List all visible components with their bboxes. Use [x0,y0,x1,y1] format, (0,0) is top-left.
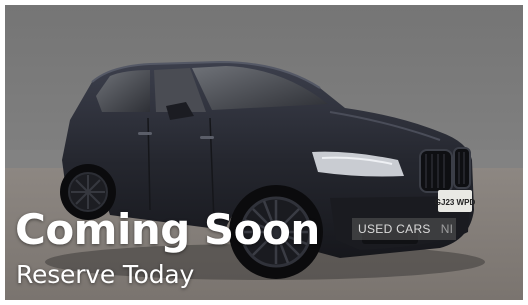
watermark-suffix: NI [440,222,454,236]
reserve-today-subline: Reserve Today [16,260,195,289]
number-plate: GJ23 WPD [435,198,476,207]
watermark-text: USED CARS [358,222,431,236]
dealer-watermark: USED CARS NI [352,218,456,240]
vehicle-image-frame[interactable]: GJ23 WPD USED CARS NI Coming Soon Reserv… [0,0,528,305]
coming-soon-headline: Coming Soon [15,205,320,254]
